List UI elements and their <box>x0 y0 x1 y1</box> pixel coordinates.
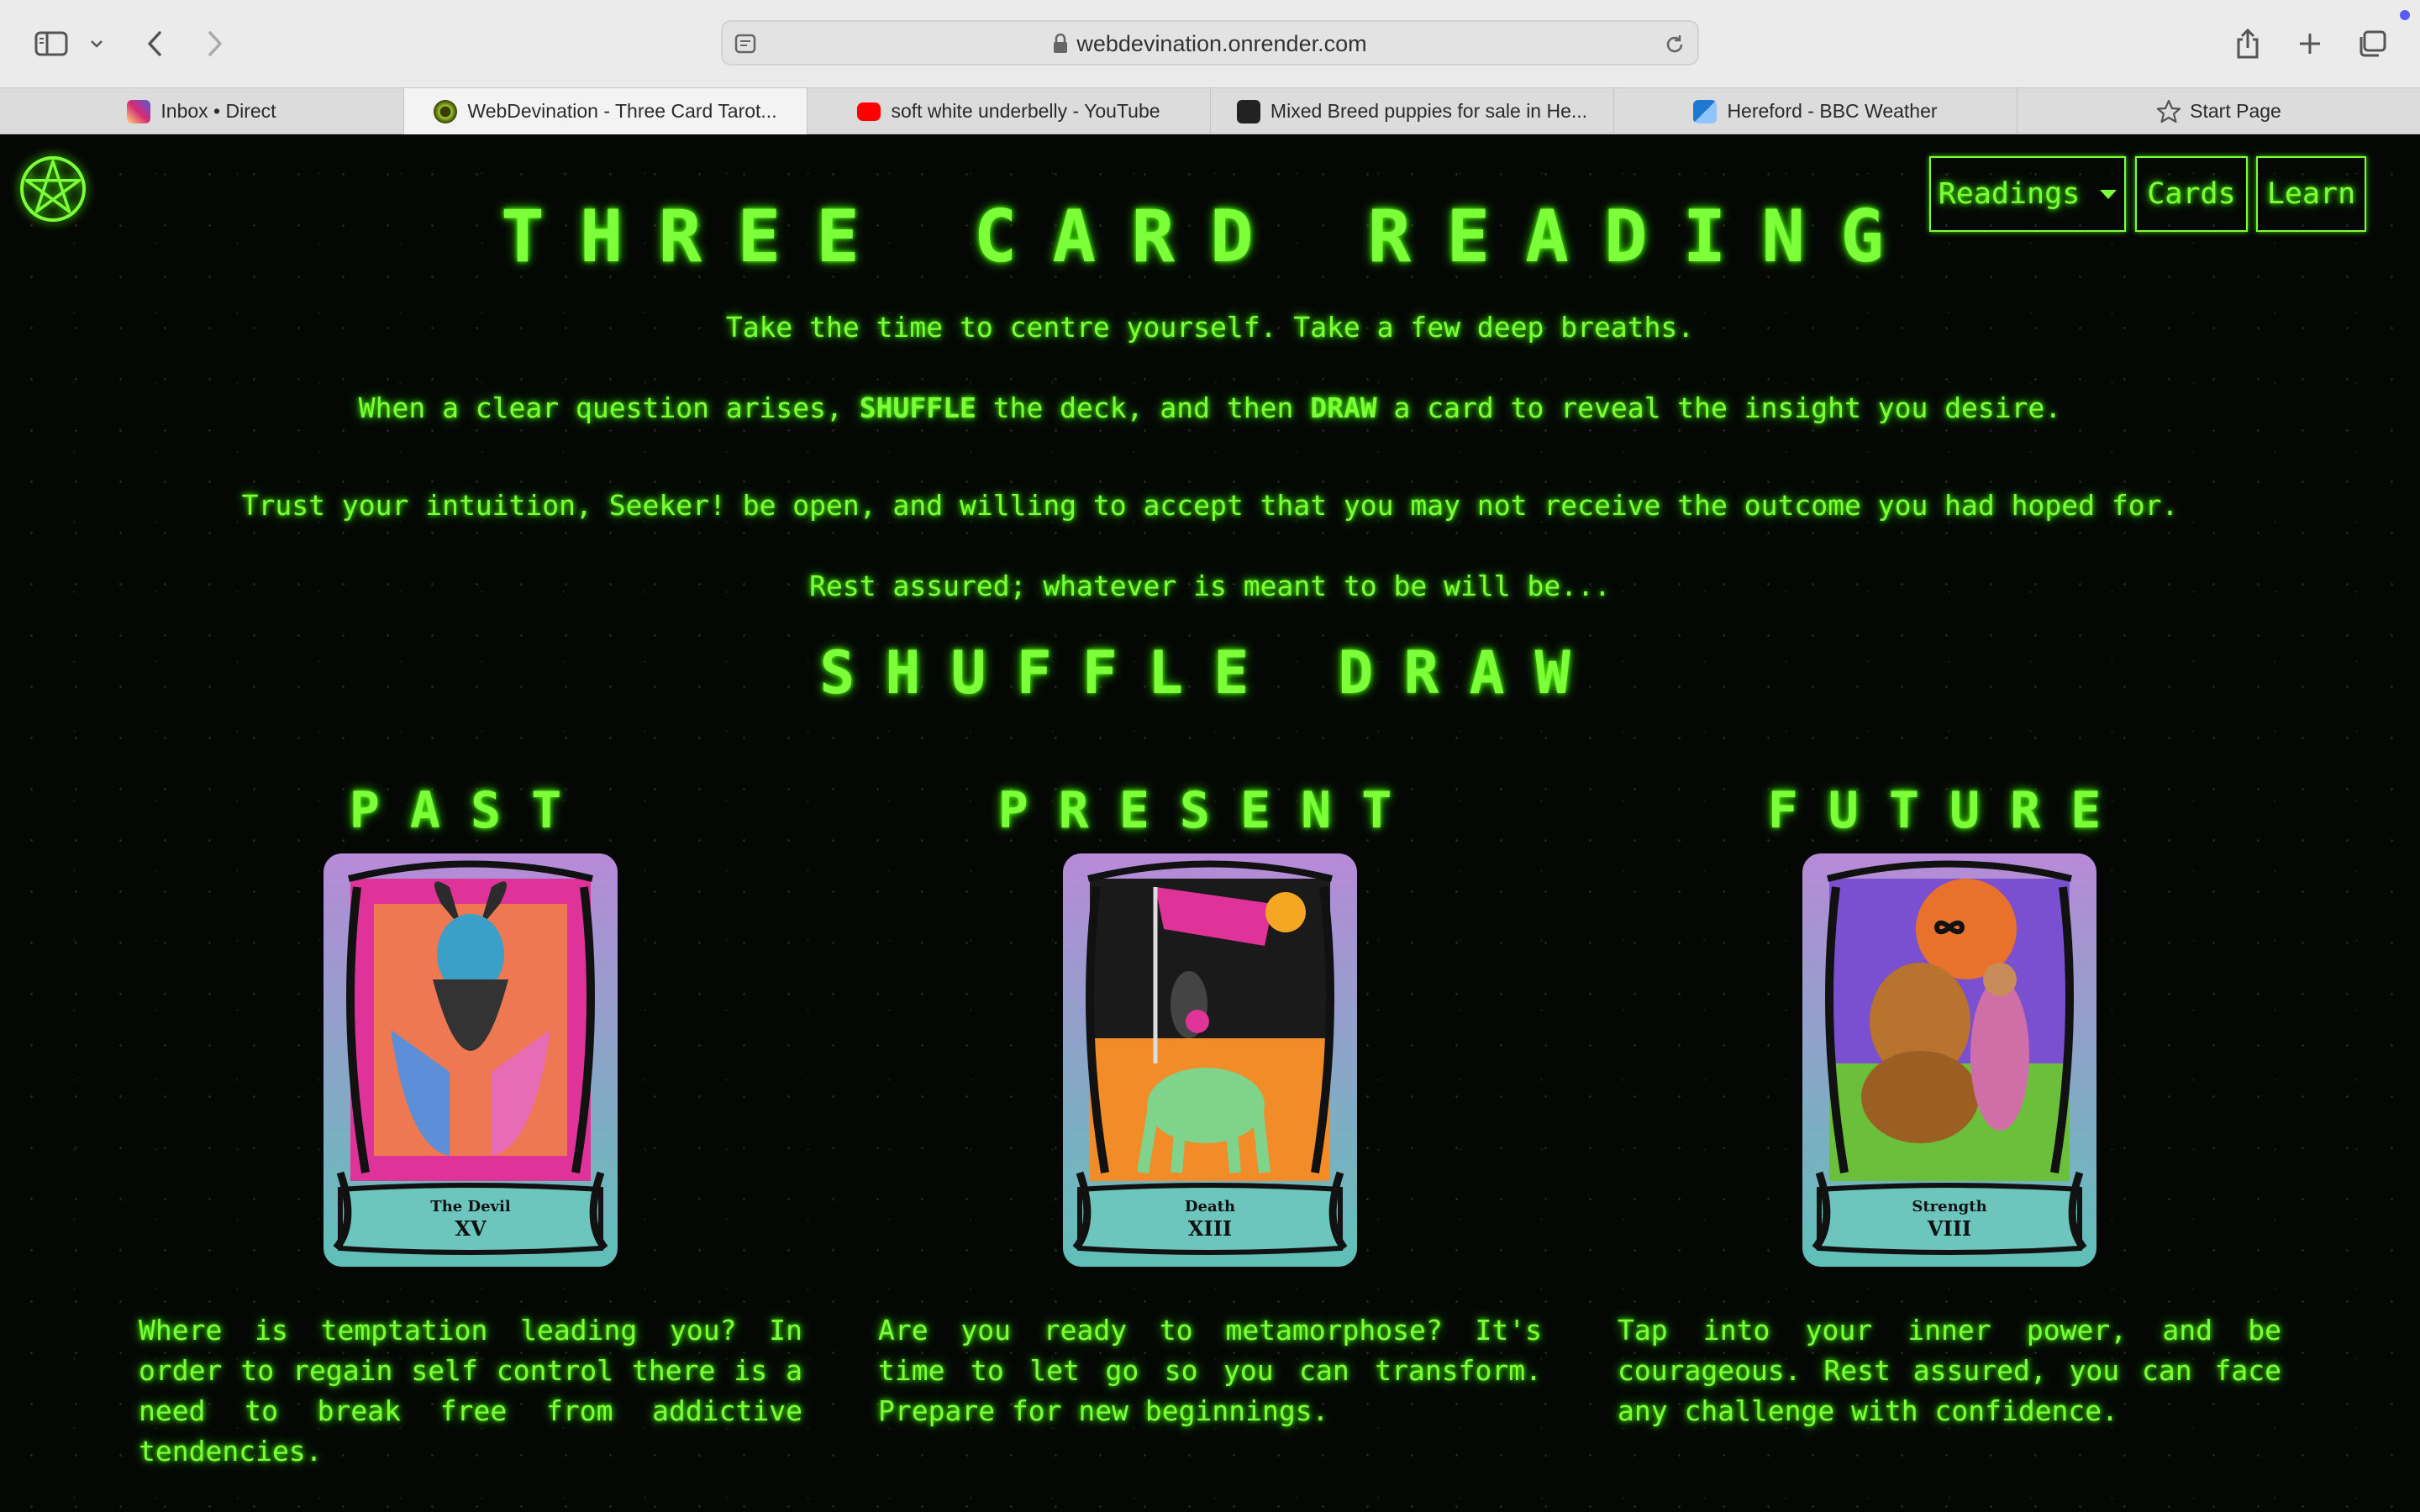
deck-actions: SHUFFLE DRAW <box>0 638 2420 707</box>
tab-label: Hereford - BBC Weather <box>1727 100 1938 122</box>
tarot-card-strength[interactable]: Strength VIII <box>1802 853 2096 1267</box>
intro-line-2: When a clear question arises, SHUFFLE th… <box>0 391 2420 424</box>
url-text: webdevination.onrender.com <box>1076 31 1367 56</box>
tab-bar: Inbox • Direct WebDevination - Three Car… <box>0 87 2420 134</box>
intro-text: a card to reveal the insight you desire. <box>1376 391 2062 424</box>
draw-keyword: DRAW <box>1310 391 1377 424</box>
tab-puppies[interactable]: Mixed Breed puppies for sale in He... <box>1211 88 1614 134</box>
new-tab-icon[interactable] <box>2291 22 2329 66</box>
tab-label: soft white underbelly - YouTube <box>891 100 1160 122</box>
browser-toolbar: webdevination.onrender.com <box>0 0 2420 87</box>
sidebar-toggle-icon[interactable] <box>30 22 72 66</box>
instagram-icon <box>127 99 151 123</box>
back-button[interactable] <box>138 22 171 66</box>
lock-icon <box>1054 34 1068 53</box>
intro-text: When a clear question arises, <box>358 391 860 424</box>
tab-overview-icon[interactable] <box>2353 22 2391 66</box>
notification-dot <box>2400 10 2410 20</box>
tab-label: Inbox • Direct <box>160 100 276 122</box>
site-favicon <box>434 99 458 123</box>
tab-webdevination[interactable]: WebDevination - Three Card Tarot... <box>404 88 808 134</box>
chevron-down-icon[interactable] <box>84 22 109 66</box>
past-description: Where is temptation leading you? In orde… <box>139 1314 802 1467</box>
card-name: Strength <box>1912 1198 1987 1215</box>
card-name: Death <box>1184 1198 1236 1215</box>
future-heading: FUTURE <box>1767 781 2132 840</box>
page-content: Readings Cards Learn THREE CARD READING … <box>0 134 2420 1512</box>
tarot-card-the-devil[interactable]: The Devil XV <box>324 853 618 1267</box>
tab-label: Mixed Breed puppies for sale in He... <box>1270 100 1588 122</box>
shuffle-keyword: SHUFFLE <box>859 391 976 424</box>
browser-chrome: webdevination.onrender.com Inbox • Direc… <box>0 0 2420 134</box>
shuffle-button[interactable]: SHUFFLE <box>819 638 1279 707</box>
card-numeral: XIII <box>1187 1216 1233 1241</box>
share-icon[interactable] <box>2228 22 2267 66</box>
tab-instagram[interactable]: Inbox • Direct <box>0 88 404 134</box>
page-title: THREE CARD READING <box>501 195 1919 279</box>
tab-label: WebDevination - Three Card Tarot... <box>467 100 777 122</box>
tarot-card-death[interactable]: Death XIII <box>1063 853 1357 1267</box>
reload-icon[interactable] <box>1664 34 1686 55</box>
tab-start-page[interactable]: Start Page <box>2018 88 2420 134</box>
tab-bbc-weather[interactable]: Hereford - BBC Weather <box>1614 88 2018 134</box>
tab-label: Start Page <box>2190 100 2281 122</box>
card-numeral: XV <box>455 1216 487 1241</box>
dog-icon <box>1236 99 1260 123</box>
draw-button[interactable]: DRAW <box>1338 638 1601 707</box>
tab-youtube[interactable]: soft white underbelly - YouTube <box>808 88 1211 134</box>
address-bar[interactable]: webdevination.onrender.com <box>721 20 1699 66</box>
star-icon <box>2157 99 2181 123</box>
card-numeral: VIII <box>1927 1216 1972 1241</box>
youtube-icon <box>857 102 881 121</box>
present-description: Are you ready to metamorphose? It's time… <box>878 1314 1542 1427</box>
intro-line-4: Rest assured; whatever is meant to be wi… <box>809 570 1611 602</box>
card-name: The Devil <box>430 1198 511 1215</box>
past-heading: PAST <box>349 781 592 840</box>
present-heading: PRESENT <box>997 781 1423 840</box>
intro-text: the deck, and then <box>976 391 1311 424</box>
forward-button[interactable] <box>198 22 232 66</box>
future-description: Tap into your inner power, and be courag… <box>1618 1314 2281 1427</box>
bbc-weather-icon <box>1693 99 1718 123</box>
intro-line-3: Trust your intuition, Seeker! be open, a… <box>241 489 2179 522</box>
intro-line-1: Take the time to centre yourself. Take a… <box>725 311 1695 344</box>
